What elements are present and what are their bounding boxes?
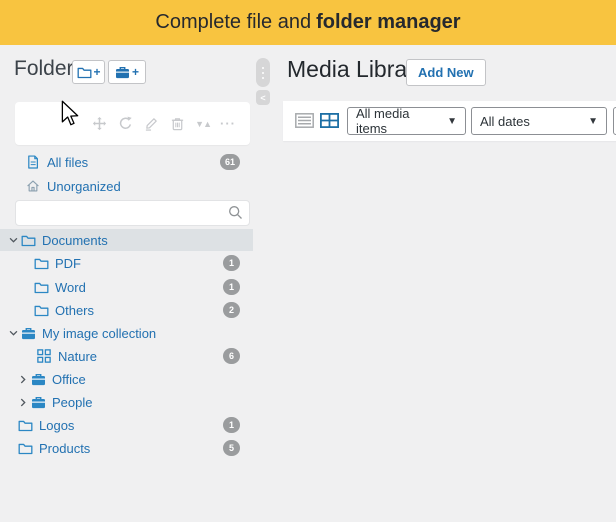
gallery-plus-icon [115, 66, 130, 79]
chevron-right-icon[interactable] [16, 375, 30, 384]
chevron-right-icon[interactable] [16, 398, 30, 407]
tree-item-people[interactable]: People [0, 391, 253, 413]
folder-search-input[interactable] [15, 200, 250, 226]
panel-collapse-button[interactable]: < [256, 90, 270, 105]
chevron-down-icon[interactable] [6, 330, 20, 336]
mouse-cursor-icon [61, 100, 83, 130]
tree-item-word[interactable]: Word 1 [0, 276, 253, 298]
folder-icon [17, 417, 33, 433]
media-toolbar: All media items ▼ All dates ▼ [283, 101, 616, 141]
count-badge: 6 [223, 348, 240, 364]
move-icon[interactable] [91, 115, 108, 132]
folder-icon [33, 255, 49, 271]
gallery-icon [30, 394, 46, 410]
count-badge: 1 [223, 255, 240, 271]
gallery-icon [20, 325, 36, 341]
dropdown-arrow-icon: ▼ [588, 116, 598, 127]
folder-icon [33, 302, 49, 318]
chevron-down-icon[interactable] [6, 237, 20, 243]
tree-item-products[interactable]: Products 5 [0, 437, 253, 459]
tree-item-nature[interactable]: Nature 6 [0, 345, 253, 367]
tree-item-my-image-collection[interactable]: My image collection [0, 322, 253, 344]
date-filter-select[interactable]: All dates ▼ [471, 107, 607, 135]
count-badge: 61 [220, 154, 240, 170]
tree-item-pdf[interactable]: PDF 1 [0, 252, 253, 274]
promo-banner: Complete file and folder manager [0, 0, 616, 45]
search-icon [228, 205, 243, 220]
folder-icon [33, 279, 49, 295]
home-icon [25, 178, 41, 194]
folder-icon [17, 440, 33, 456]
add-new-button[interactable]: Add New [406, 59, 486, 86]
tree-item-others[interactable]: Others 2 [0, 299, 253, 321]
count-badge: 1 [223, 279, 240, 295]
trash-icon[interactable] [169, 115, 186, 132]
tree-item-all-files[interactable]: All files 61 [0, 151, 253, 173]
tree-item-unorganized[interactable]: Unorganized [0, 175, 253, 197]
new-gallery-button[interactable]: + [108, 60, 146, 84]
tree-item-documents[interactable]: Documents [0, 229, 253, 251]
more-ellipsis-icon[interactable]: ··· [220, 119, 236, 129]
file-icon [25, 154, 41, 170]
sort-icon[interactable]: ▼▲ [195, 119, 211, 129]
count-badge: 2 [223, 302, 240, 318]
list-view-icon[interactable] [295, 113, 314, 128]
gallery-icon [30, 371, 46, 387]
count-badge: 1 [223, 417, 240, 433]
dropdown-arrow-icon: ▼ [447, 116, 457, 127]
banner-text-bold: folder manager [316, 11, 460, 34]
media-type-filter-select[interactable]: All media items ▼ [347, 107, 466, 135]
tree-item-logos[interactable]: Logos 1 [0, 414, 253, 436]
grid-icon [36, 348, 52, 364]
folder-icon [20, 232, 36, 248]
grid-view-icon[interactable] [320, 113, 339, 128]
edit-pencil-icon[interactable] [143, 115, 160, 132]
folder-plus-icon [77, 66, 92, 79]
tree-item-office[interactable]: Office [0, 368, 253, 390]
panel-resize-handle[interactable] [256, 58, 270, 87]
rotate-icon[interactable] [117, 115, 134, 132]
banner-text: Complete file and [155, 11, 311, 34]
new-folder-button[interactable]: + [72, 60, 105, 84]
count-badge: 5 [223, 440, 240, 456]
folders-toolbar: ▼▲ ··· [15, 102, 250, 145]
